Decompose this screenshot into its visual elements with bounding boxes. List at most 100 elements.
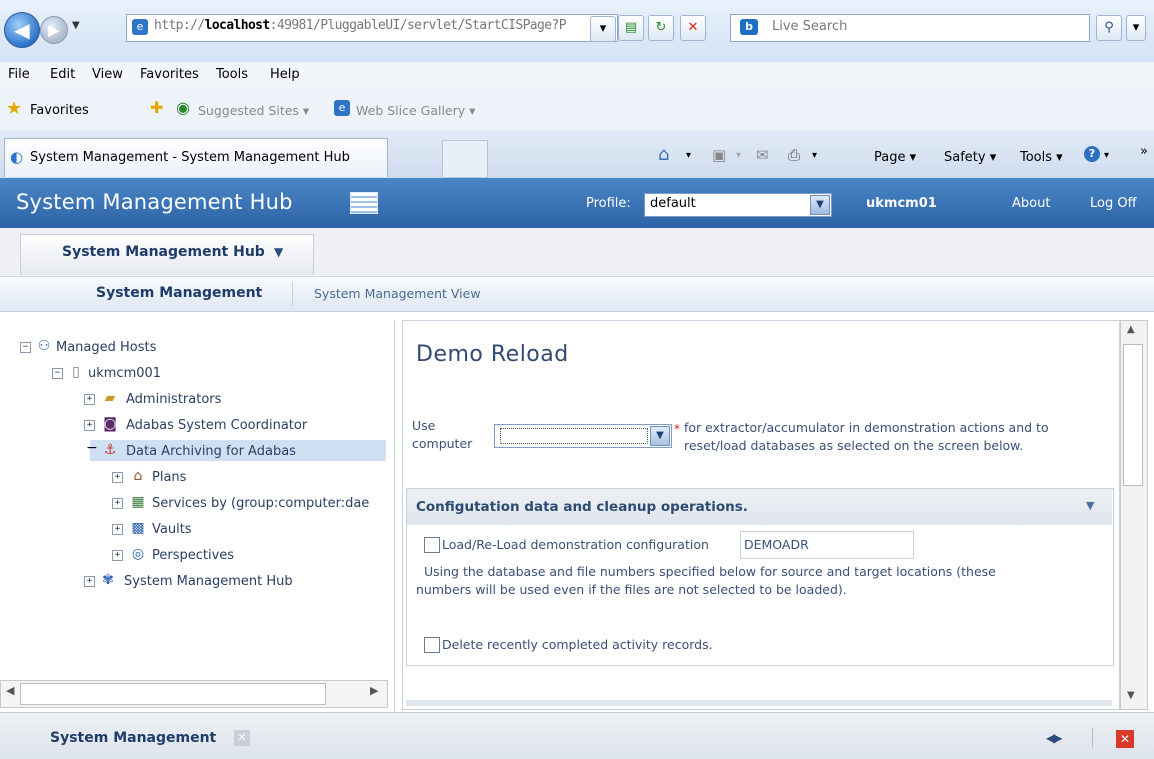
tree-adabas-system-coordinator[interactable]: Adabas System Coordinator	[126, 418, 307, 433]
safety-menu[interactable]: Safety ▾	[944, 150, 996, 165]
about-link[interactable]: About	[1012, 196, 1050, 211]
scroll-left-icon[interactable]: ◀	[6, 684, 14, 697]
suggested-sites-link[interactable]: Suggested Sites ▾	[198, 103, 309, 118]
subnav-divider	[292, 282, 293, 306]
menu-view[interactable]: View	[92, 67, 123, 82]
search-icon[interactable]: ⚲	[1096, 15, 1122, 41]
subnav-system-management-view[interactable]: System Management View	[314, 286, 481, 301]
scroll-up-icon[interactable]: ▲	[1127, 324, 1135, 335]
stop-icon[interactable]: ✕	[680, 15, 706, 41]
compatibility-icon[interactable]: ▤	[618, 15, 644, 41]
feeds-dropdown-icon[interactable]: ▾	[736, 150, 741, 161]
web-slice-gallery-link[interactable]: Web Slice Gallery ▾	[356, 103, 475, 118]
chevron-down-icon[interactable]: ▼	[650, 426, 670, 446]
forward-button[interactable]: ▶	[40, 16, 68, 44]
search-placeholder: Live Search	[772, 19, 848, 34]
help-icon[interactable]: ?	[1084, 146, 1100, 162]
tree-system-management-hub[interactable]: System Management Hub	[124, 574, 293, 589]
expand-perspectives-icon[interactable]: +	[112, 550, 123, 561]
chevron-down-icon[interactable]: ▼	[810, 195, 830, 215]
config-section-title: Configutation data and cleanup operation…	[416, 499, 748, 515]
load-config-checkbox[interactable]	[424, 537, 440, 553]
archiving-icon: ⚓	[103, 442, 117, 458]
page-title: Demo Reload	[416, 342, 569, 367]
scroll-right-icon[interactable]: ▶	[370, 684, 378, 697]
url-dropdown-icon[interactable]: ▾	[590, 16, 616, 42]
plans-icon: ⌂	[133, 468, 143, 484]
hub-tab-dropdown-icon[interactable]: ▼	[274, 245, 283, 259]
menu-edit[interactable]: Edit	[50, 67, 75, 82]
tree-perspectives[interactable]: Perspectives	[152, 548, 234, 563]
tree-administrators[interactable]: Administrators	[126, 392, 221, 407]
bottom-tab-close-icon[interactable]: ✕	[234, 730, 250, 746]
eye-icon: ◎	[131, 546, 145, 562]
back-button[interactable]: ◀	[4, 12, 40, 48]
expand-vaults-icon[interactable]: +	[112, 524, 123, 535]
list-view-icon[interactable]	[350, 192, 378, 214]
content-footer-divider	[406, 700, 1112, 706]
app-title: System Management Hub	[16, 190, 293, 214]
use-computer-label-1: Use	[412, 418, 436, 433]
load-config-label: Load/Re-Load demonstration configuration	[442, 537, 709, 552]
expand-adabas-coordinator-icon[interactable]: +	[84, 420, 95, 431]
expand-plans-icon[interactable]: +	[112, 472, 123, 483]
mail-icon[interactable]: ✉	[756, 146, 769, 164]
network-hosts-icon: ⚇	[37, 338, 51, 354]
home-icon[interactable]: ⌂	[658, 144, 669, 165]
use-computer-label-2: computer	[412, 436, 473, 451]
expand-administrators-icon[interactable]: +	[84, 394, 95, 405]
bing-logo-icon: b	[740, 19, 758, 35]
section-collapse-icon[interactable]: ▼	[1086, 499, 1094, 512]
menu-file[interactable]: File	[8, 67, 30, 82]
server-icon: ▯	[72, 364, 80, 380]
close-panel-icon[interactable]: ✕	[1116, 730, 1134, 748]
tree-data-archiving[interactable]: Data Archiving for Adabas	[126, 444, 296, 459]
computer-description-2: reset/load databases as selected on the …	[684, 438, 1024, 453]
subnav-system-management[interactable]: System Management	[96, 285, 262, 301]
expand-smh-icon[interactable]: +	[84, 576, 95, 587]
content-scroll-thumb[interactable]	[1123, 344, 1143, 486]
refresh-icon[interactable]: ↻	[648, 15, 674, 41]
favorites-button[interactable]: Favorites	[30, 103, 89, 118]
favorites-star-icon: ★	[6, 98, 23, 119]
collapse-managed-hosts-icon[interactable]: −	[20, 342, 31, 353]
print-icon[interactable]: ⎙	[788, 146, 800, 164]
add-favorite-icon[interactable]: ✚	[150, 98, 163, 117]
services-icon: ▦	[131, 494, 145, 510]
demo-config-value: DEMOADR	[744, 537, 809, 552]
required-marker: *	[674, 422, 680, 436]
tree-vaults[interactable]: Vaults	[152, 522, 192, 537]
suggested-sites-icon: ◉	[176, 98, 190, 117]
tree-services[interactable]: Services by (group:computer:dae	[152, 496, 369, 511]
scroll-down-icon[interactable]: ▼	[1127, 690, 1135, 701]
help-dropdown-icon[interactable]: ▾	[1104, 150, 1109, 161]
bottom-tab-label[interactable]: System Management	[50, 730, 216, 746]
profile-value: default	[650, 196, 696, 211]
tree-host[interactable]: ukmcm001	[88, 366, 161, 381]
more-commands[interactable]: »	[1140, 144, 1148, 159]
tree-managed-hosts[interactable]: Managed Hosts	[56, 340, 156, 355]
collapse-data-archiving-icon[interactable]: −	[86, 440, 98, 456]
menu-favorites[interactable]: Favorites	[140, 67, 199, 82]
new-tab-button[interactable]	[442, 140, 488, 178]
search-options-icon[interactable]: ▾	[1126, 15, 1146, 41]
logoff-link[interactable]: Log Off	[1090, 196, 1137, 211]
tree-scroll-thumb[interactable]	[20, 683, 326, 705]
expand-services-icon[interactable]: +	[112, 498, 123, 509]
page-menu[interactable]: Page ▾	[874, 150, 916, 165]
tools-menu[interactable]: Tools ▾	[1020, 150, 1063, 165]
panel-arrows-icon[interactable]: ◀▶	[1046, 731, 1063, 745]
delete-records-label: Delete recently completed activity recor…	[442, 637, 713, 652]
tree-plans[interactable]: Plans	[152, 470, 186, 485]
administrators-icon: ▰	[104, 390, 116, 406]
delete-records-checkbox[interactable]	[424, 637, 440, 653]
feeds-icon[interactable]: ▣	[712, 146, 726, 164]
home-dropdown-icon[interactable]: ▾	[686, 150, 691, 161]
collapse-host-icon[interactable]: −	[52, 368, 63, 379]
print-dropdown-icon[interactable]: ▾	[812, 150, 817, 161]
url-text[interactable]: http://localhost:49981/PluggableUI/servl…	[154, 18, 567, 33]
history-dropdown-icon[interactable]: ▼	[72, 20, 80, 31]
menu-help[interactable]: Help	[270, 67, 300, 82]
web-slice-icon: e	[334, 100, 350, 116]
menu-tools[interactable]: Tools	[216, 67, 248, 82]
